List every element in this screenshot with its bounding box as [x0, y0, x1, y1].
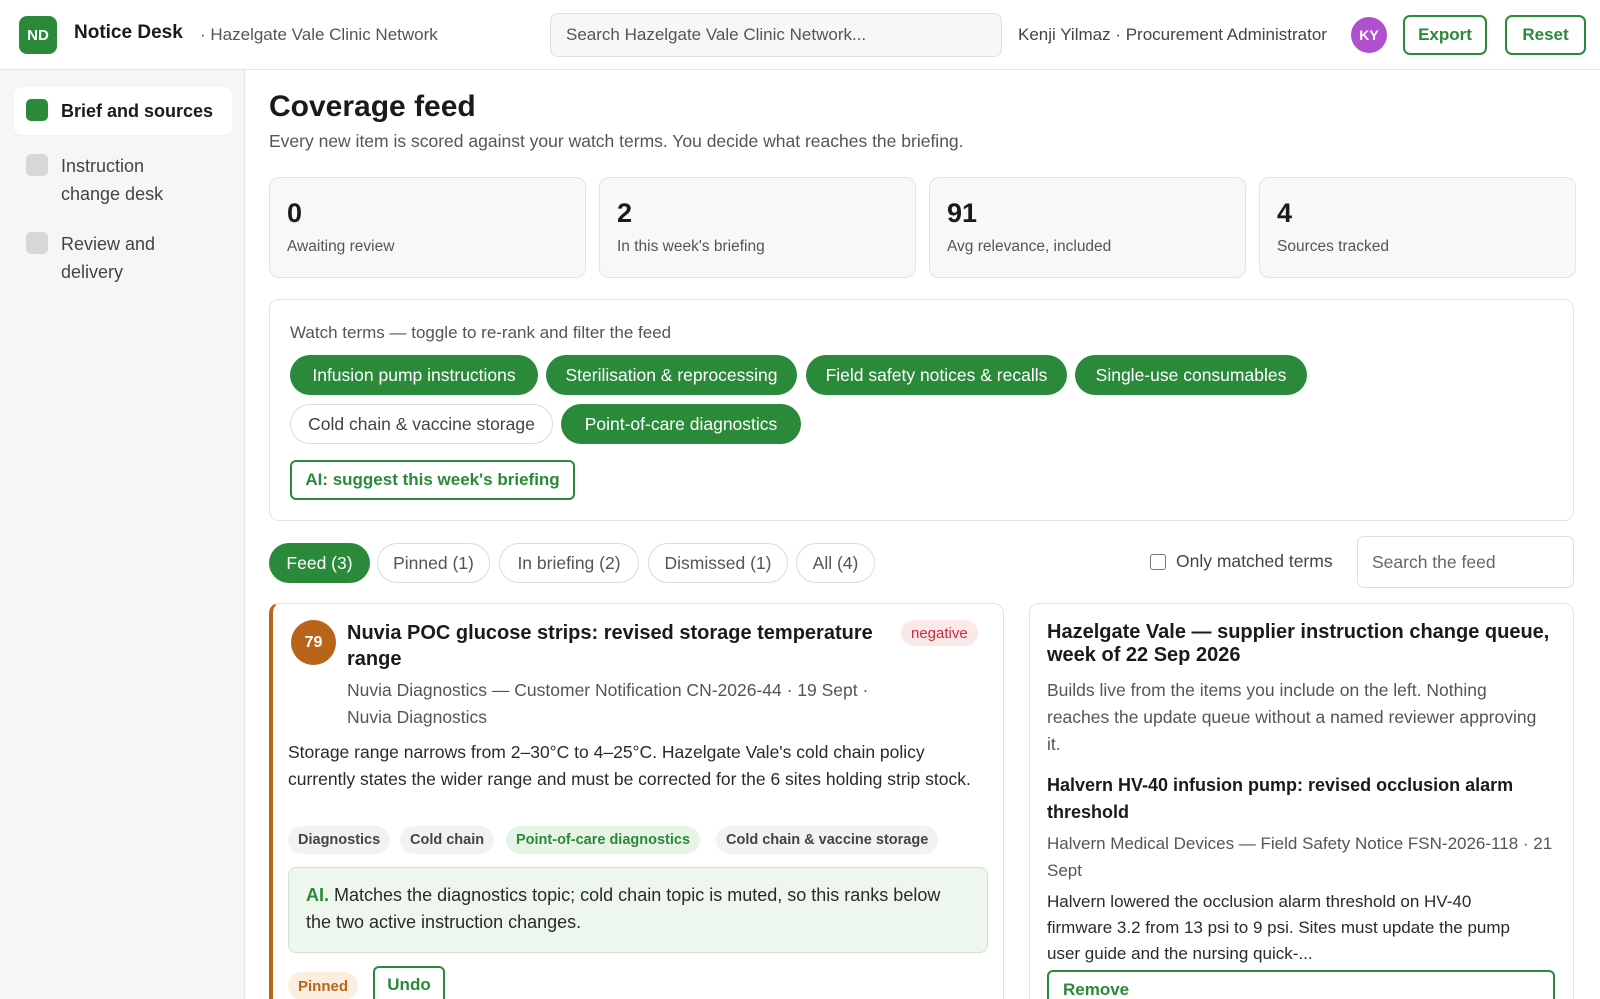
only-matched-label: Only matched terms	[1176, 551, 1333, 571]
relevance-score-badge: 79	[291, 620, 336, 665]
stat-value: 2	[617, 198, 633, 228]
topic-tag-matched: Point-of-care diagnostics	[506, 826, 701, 854]
sidebar: Brief and sources Instruction change des…	[0, 70, 245, 999]
watch-terms-panel: Watch terms — toggle to re-rank and filt…	[269, 299, 1574, 521]
briefing-item-title: Halvern HV-40 infusion pump: revised occ…	[1047, 775, 1514, 822]
briefing-description: Builds live from the items you include o…	[1047, 680, 1537, 754]
feed-item-title[interactable]: Nuvia POC glucose strips: revised storag…	[347, 620, 887, 672]
remove-from-briefing-button[interactable]: Remove	[1047, 970, 1555, 999]
ai-rationale: AI. Matches the diagnostics topic; cold …	[288, 867, 988, 953]
stat-card-awaiting-review: 0 Awaiting review	[269, 177, 586, 278]
topic-tag: Diagnostics	[288, 826, 391, 854]
feed-search[interactable]	[1357, 536, 1574, 588]
stat-card-avg-relevance: 91 Avg relevance, included	[929, 177, 1246, 278]
page-subtitle: Every new item is scored against your wa…	[269, 131, 964, 151]
feed-search-input[interactable]	[1372, 551, 1559, 573]
sentiment-badge: negative	[901, 620, 978, 646]
ai-rationale-text: Matches the diagnostics topic; cold chai…	[306, 885, 941, 932]
global-search[interactable]	[550, 13, 1002, 57]
watch-terms-title: Watch terms — toggle to re-rank and filt…	[290, 323, 672, 342]
tab-pinned[interactable]: Pinned (1)	[377, 543, 490, 583]
briefing-item-body: Halvern lowered the occlusion alarm thre…	[1047, 892, 1510, 963]
stat-card-sources-tracked: 4 Sources tracked	[1259, 177, 1576, 278]
nav-status-icon	[26, 154, 48, 176]
sidebar-item-label: Review and delivery	[61, 234, 156, 282]
undo-button[interactable]: Undo	[373, 966, 445, 999]
user-label: Kenji Yilmaz · Procurement Administrator	[1018, 25, 1327, 44]
watch-term-chip[interactable]: Field safety notices & recalls	[806, 355, 1067, 395]
stat-label: In this week's briefing	[617, 238, 765, 255]
app-name: Notice Desk	[74, 22, 183, 43]
org-name: · Hazelgate Vale Clinic Network	[200, 25, 438, 44]
sidebar-item-label: Brief and sources	[61, 101, 214, 121]
watch-term-chip[interactable]: Sterilisation & reprocessing	[546, 355, 797, 395]
pinned-badge: Pinned	[288, 972, 359, 999]
nav-status-icon	[26, 99, 48, 121]
feed-item-card[interactable]: 79 Nuvia POC glucose strips: revised sto…	[269, 603, 1004, 999]
watch-term-chip[interactable]: Point-of-care diagnostics	[561, 404, 801, 444]
stat-label: Awaiting review	[287, 238, 395, 255]
stat-label: Avg relevance, included	[947, 238, 1112, 255]
avatar[interactable]: KY	[1351, 17, 1387, 53]
nav-status-icon	[26, 232, 48, 254]
tab-in-briefing[interactable]: In briefing (2)	[499, 543, 639, 583]
ai-label: AI.	[306, 885, 330, 905]
watch-term-chip[interactable]: Single-use consumables	[1075, 355, 1307, 395]
app-logo: ND	[19, 16, 57, 54]
briefing-panel: Hazelgate Vale — supplier instruction ch…	[1029, 603, 1574, 999]
feed-item-body: Storage range narrows from 2–30°C to 4–2…	[288, 742, 971, 789]
topic-tag: Cold chain	[400, 826, 495, 854]
tab-feed[interactable]: Feed (3)	[269, 543, 370, 583]
briefing-title: Hazelgate Vale — supplier instruction ch…	[1047, 621, 1550, 666]
stat-card-in-briefing: 2 In this week's briefing	[599, 177, 916, 278]
stat-value: 91	[947, 198, 978, 228]
stat-value: 4	[1277, 198, 1293, 228]
watch-term-chip[interactable]: Infusion pump instructions	[290, 355, 538, 395]
watch-term-chip[interactable]: Cold chain & vaccine storage	[290, 404, 553, 444]
stat-value: 0	[287, 198, 303, 228]
sidebar-item-instruction-change-desk[interactable]: Instruction change desk	[14, 142, 232, 218]
topic-tag: Cold chain & vaccine storage	[716, 826, 939, 854]
tab-dismissed[interactable]: Dismissed (1)	[648, 543, 788, 583]
top-bar: ND Notice Desk · Hazelgate Vale Clinic N…	[0, 0, 1600, 70]
tab-all[interactable]: All (4)	[796, 543, 875, 583]
ai-suggest-briefing-button[interactable]: AI: suggest this week's briefing	[290, 460, 575, 500]
sidebar-item-review-and-delivery[interactable]: Review and delivery	[14, 220, 232, 296]
feed-item-meta: Nuvia Diagnostics — Customer Notificatio…	[347, 680, 869, 727]
only-matched-toggle[interactable]: Only matched terms	[1150, 551, 1333, 572]
reset-button[interactable]: Reset	[1505, 15, 1586, 55]
export-button[interactable]: Export	[1403, 15, 1487, 55]
sidebar-item-label: Instruction change desk	[61, 156, 164, 204]
briefing-item-meta: Halvern Medical Devices — Field Safety N…	[1047, 834, 1553, 880]
stat-label: Sources tracked	[1277, 238, 1389, 255]
only-matched-checkbox[interactable]	[1150, 553, 1166, 570]
global-search-input[interactable]	[566, 25, 986, 45]
sidebar-item-brief-and-sources[interactable]: Brief and sources	[14, 87, 232, 135]
page-title: Coverage feed	[269, 90, 476, 123]
